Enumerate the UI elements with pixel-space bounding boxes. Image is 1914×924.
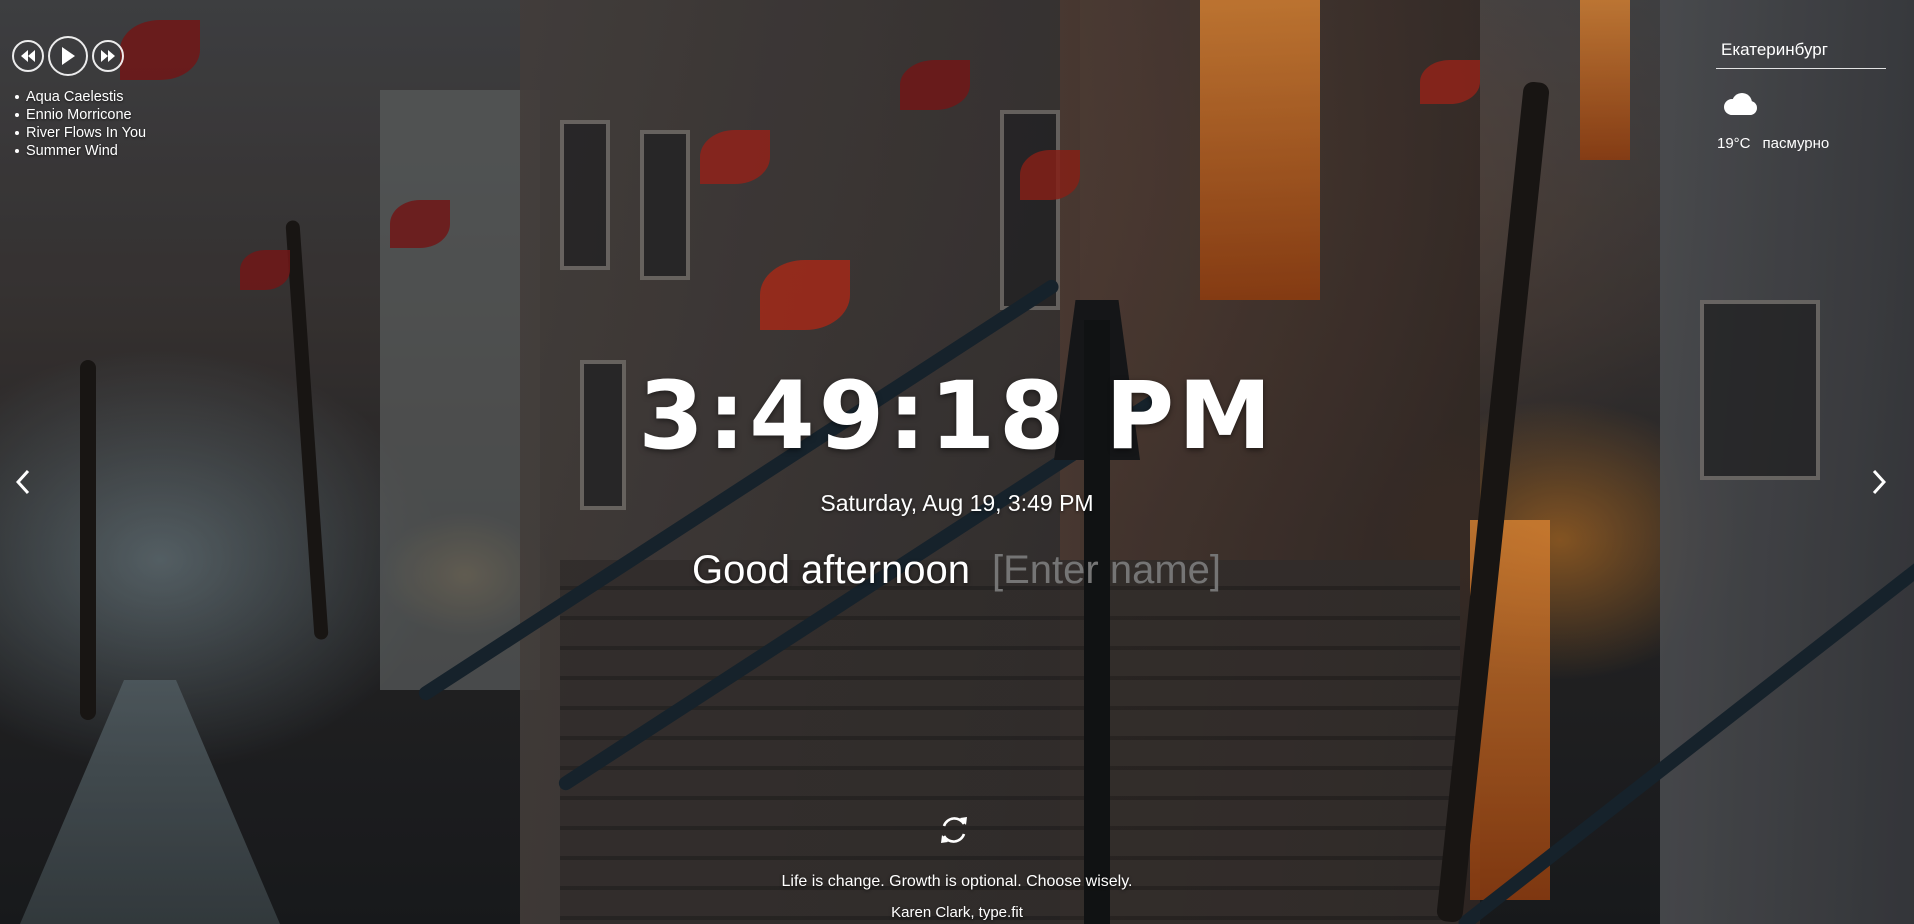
weather-widget: 19°C пасмурно [1716,38,1886,152]
fast-forward-icon [101,50,115,62]
greeting: Good afternoon [0,548,1914,593]
play-button[interactable] [48,36,88,76]
clock-date: Saturday, Aug 19, 3:49 PM [820,490,1094,516]
audio-player: Aqua Caelestis Ennio Morricone River Flo… [12,36,146,160]
playlist: Aqua Caelestis Ennio Morricone River Flo… [12,88,146,160]
play-icon [62,47,75,65]
temperature: 19°C [1717,135,1751,152]
rewind-button[interactable] [12,40,44,72]
playlist-item[interactable]: Summer Wind [12,142,146,160]
quote-text: Life is change. Growth is optional. Choo… [781,873,1133,890]
playlist-item[interactable]: Ennio Morricone [12,106,146,124]
name-input[interactable] [992,548,1222,593]
playlist-item[interactable]: Aqua Caelestis [12,88,146,106]
refresh-icon [941,817,967,843]
refresh-quote-button[interactable] [936,812,972,848]
player-controls [12,36,146,76]
greeting-text: Good afternoon [692,548,970,592]
fast-forward-button[interactable] [92,40,124,72]
weather-description: пасмурно [1762,135,1830,152]
clock-time: 3:49:18 PM [638,362,1276,471]
quote-author: Karen Clark, type.fit [891,904,1023,921]
playlist-item[interactable]: River Flows In You [12,124,146,142]
weather-info: 19°C пасмурно [1716,135,1886,152]
city-input[interactable] [1716,38,1886,69]
cloud-icon [1718,91,1760,119]
rewind-icon [21,50,35,62]
